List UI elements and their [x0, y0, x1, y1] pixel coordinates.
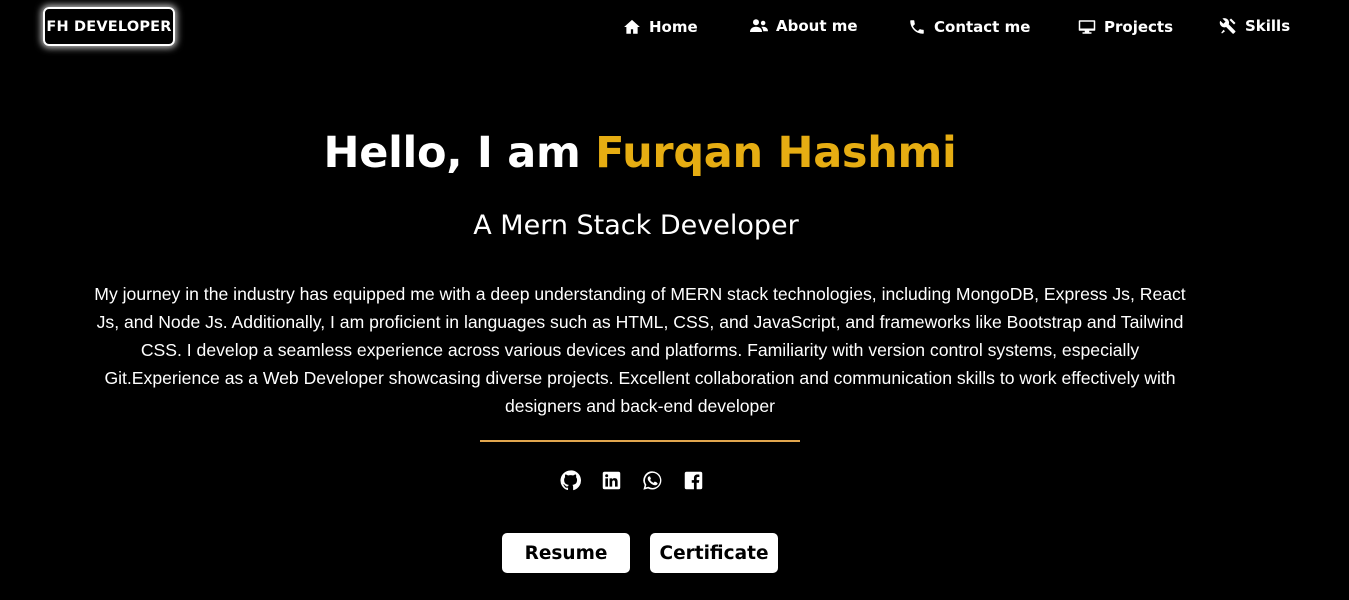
hero-subtitle: A Mern Stack Developer	[473, 210, 799, 241]
tools-icon	[1219, 17, 1237, 35]
divider	[480, 440, 800, 442]
nav-projects-label: Projects	[1104, 18, 1174, 36]
whatsapp-icon[interactable]	[642, 470, 663, 491]
hero-greeting: Hello, I am	[323, 128, 596, 178]
github-icon[interactable]	[560, 470, 581, 491]
hero-name: Furqan Hashmi	[595, 128, 957, 178]
desktop-icon	[1078, 18, 1096, 36]
home-icon	[623, 18, 641, 36]
nav-contact[interactable]: Contact me	[908, 16, 1030, 38]
linkedin-icon[interactable]	[601, 470, 622, 491]
phone-icon	[908, 18, 926, 36]
nav-about-label: About me	[776, 17, 858, 35]
hero-bio: My journey in the industry has equipped …	[94, 284, 1186, 416]
nav-about[interactable]: About me	[750, 15, 858, 37]
certificate-button[interactable]: Certificate	[650, 533, 778, 573]
main-nav: Home About me Contact me Projects Skills	[0, 0, 1349, 56]
nav-skills-label: Skills	[1245, 17, 1291, 35]
facebook-icon[interactable]	[683, 470, 704, 491]
resume-button[interactable]: Resume	[502, 533, 630, 573]
portfolio-page: FH DEVELOPER Home About me Contact me Pr…	[0, 0, 1349, 600]
social-links	[560, 470, 704, 491]
nav-home-label: Home	[649, 18, 698, 36]
nav-projects[interactable]: Projects	[1078, 16, 1173, 38]
nav-skills[interactable]: Skills	[1219, 15, 1290, 37]
nav-home[interactable]: Home	[623, 16, 698, 38]
nav-contact-label: Contact me	[934, 18, 1031, 36]
hero-title: Hello, I am Furqan Hashmi	[0, 128, 1280, 178]
users-icon	[750, 17, 768, 35]
